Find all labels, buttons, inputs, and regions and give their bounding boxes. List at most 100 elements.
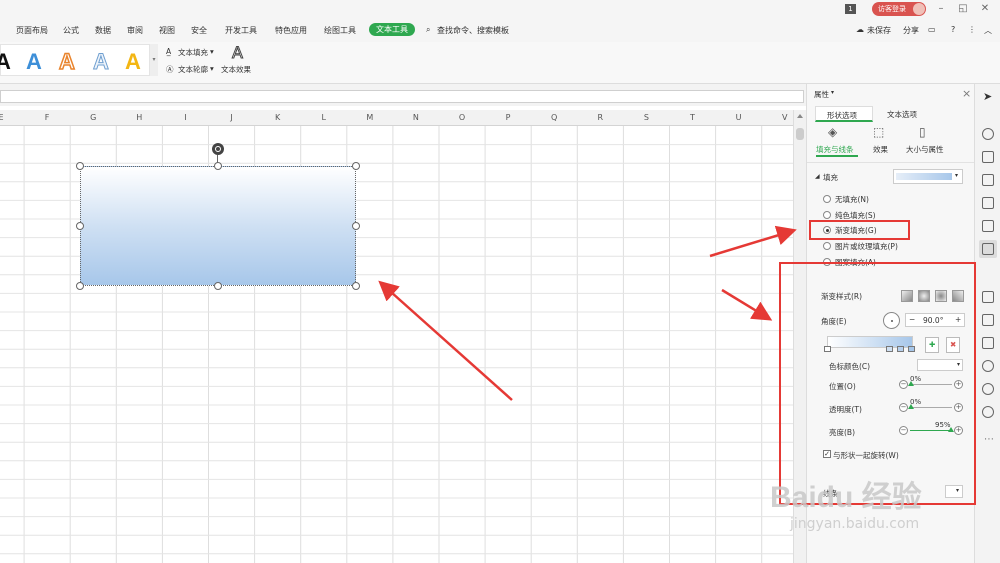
cursor-icon[interactable]: ➤ [983,90,992,103]
window-count-badge[interactable]: 1 [845,4,856,14]
column-header-t[interactable]: T [670,113,716,122]
column-header-j[interactable]: J [209,113,255,122]
column-header-l[interactable]: L [301,113,347,122]
image-icon[interactable] [982,337,994,349]
label-no-fill: 无填充(N) [835,195,869,204]
menu-page-layout[interactable]: 页面布局 [16,25,48,36]
column-header-s[interactable]: S [623,113,669,122]
menu-formula[interactable]: 公式 [63,25,79,36]
resize-handle-right[interactable] [352,222,360,230]
import-icon[interactable] [982,291,994,303]
more-icon[interactable]: ⋯ [984,434,994,445]
section-collapse-icon[interactable]: ◢ [815,173,820,180]
resize-handle-top[interactable] [214,162,222,170]
resize-handle-bottom[interactable] [214,282,222,290]
text-effect-icon: A [232,43,244,63]
label-picture-fill: 图片或纹理填充(P) [835,242,898,251]
menu-developer[interactable]: 开发工具 [225,25,257,36]
text-effect-button[interactable]: 文本效果 [221,64,251,75]
subtab-fill-line[interactable]: 填充与线条 [816,144,854,155]
shapes-icon[interactable] [982,128,994,140]
column-header-u[interactable]: U [716,113,762,122]
subtab-size-properties[interactable]: 大小与属性 [906,144,944,155]
properties-settings-icon[interactable] [982,243,994,255]
text-style-gallery: A A A A A [0,44,150,76]
text-style-blue[interactable]: A [26,49,42,75]
text-style-gold[interactable]: A [125,49,141,75]
history-icon[interactable] [982,383,994,395]
export-icon[interactable] [982,314,994,326]
tab-text-options[interactable]: 文本选项 [887,109,917,120]
menu-data[interactable]: 数据 [95,25,111,36]
column-header-n[interactable]: N [393,113,439,122]
unsaved-status[interactable]: 未保存 [867,25,891,36]
column-header-p[interactable]: P [485,113,531,122]
fill-color-dropdown[interactable]: ▾ [893,169,963,184]
text-fill-button[interactable]: 文本填充 [178,47,208,58]
command-search[interactable]: 查找命令、搜索模板 [437,25,509,36]
grid-apps-icon[interactable] [982,197,994,209]
guest-login-button[interactable]: 访客登录 [872,2,926,16]
text-outline-button[interactable]: 文本轮廓 [178,64,208,75]
column-header-r[interactable]: R [577,113,623,122]
column-header-i[interactable]: I [162,113,208,122]
more-options-button[interactable]: ⋮ [968,25,976,34]
tab-shape-options[interactable]: 形状选项 [815,106,873,122]
subtab-effects[interactable]: 效果 [873,144,888,155]
resize-handle-left[interactable] [76,222,84,230]
menu-drawing-tools[interactable]: 绘图工具 [324,25,356,36]
menu-special-apps[interactable]: 特色应用 [275,25,307,36]
dropdown-arrow-icon: ▾ [210,47,214,56]
column-header-q[interactable]: Q [531,113,577,122]
layers-icon[interactable] [982,151,994,163]
resize-handle-top-right[interactable] [352,162,360,170]
scroll-thumb[interactable] [796,128,804,140]
collapse-ribbon-button[interactable]: ︿ [984,25,992,36]
pane-close-button[interactable]: × [962,87,971,100]
help-button[interactable]: ? [951,25,955,34]
column-header-f[interactable]: F [24,113,70,122]
scroll-up-icon[interactable] [797,114,803,118]
radio-picture-fill[interactable] [823,242,831,250]
restore-button[interactable]: ◱ [956,2,970,16]
baidu-watermark: Baidu 经验 jingyan.baidu.com [770,470,970,540]
gradient-rectangle-shape[interactable] [80,166,356,286]
rotate-handle-icon[interactable] [212,143,224,155]
minimize-button[interactable]: – [934,2,948,16]
comment-icon[interactable]: ▭ [928,25,936,34]
formula-input[interactable] [0,90,804,103]
column-header-e[interactable]: E [0,113,24,122]
resize-handle-top-left[interactable] [76,162,84,170]
chevron-down-icon: ▾ [955,172,959,179]
subtab-active-indicator [816,155,858,157]
download-icon[interactable] [982,360,994,372]
watermark-url: jingyan.baidu.com [790,516,920,532]
text-style-light-outline[interactable]: A [93,49,110,75]
resize-handle-bottom-right[interactable] [352,282,360,290]
radio-solid-fill[interactable] [823,211,831,219]
menu-security[interactable]: 安全 [191,25,207,36]
pane-title-dropdown-icon[interactable]: ▾ [831,89,834,96]
menu-review[interactable]: 审阅 [127,25,143,36]
column-header-v[interactable]: V [762,113,793,122]
text-style-orange-outline[interactable]: A [58,48,75,75]
text-style-black[interactable]: A [0,49,11,75]
gallery-expand-button[interactable]: ▾ [150,44,158,76]
radio-no-fill[interactable] [823,195,831,203]
share-button[interactable]: 分享 [903,25,919,36]
column-header-h[interactable]: H [116,113,162,122]
column-header-k[interactable]: K [255,113,301,122]
column-header-o[interactable]: O [439,113,485,122]
menu-text-tools[interactable]: 文本工具 [369,23,415,36]
table-icon[interactable] [982,174,994,186]
resize-handle-bottom-left[interactable] [76,282,84,290]
title-bar: 1 访客登录 – ◱ ✕ [0,0,1000,18]
chart-icon[interactable] [982,220,994,232]
menu-view[interactable]: 视图 [159,25,175,36]
close-window-button[interactable]: ✕ [978,2,992,16]
menu-bar: 页面布局 公式 数据 审阅 视图 安全 开发工具 特色应用 绘图工具 文本工具 … [0,18,1000,42]
column-header-m[interactable]: M [347,113,393,122]
column-header-g[interactable]: G [70,113,116,122]
effects-icon: ⬚ [873,125,885,139]
help-circle-icon[interactable] [982,406,994,418]
